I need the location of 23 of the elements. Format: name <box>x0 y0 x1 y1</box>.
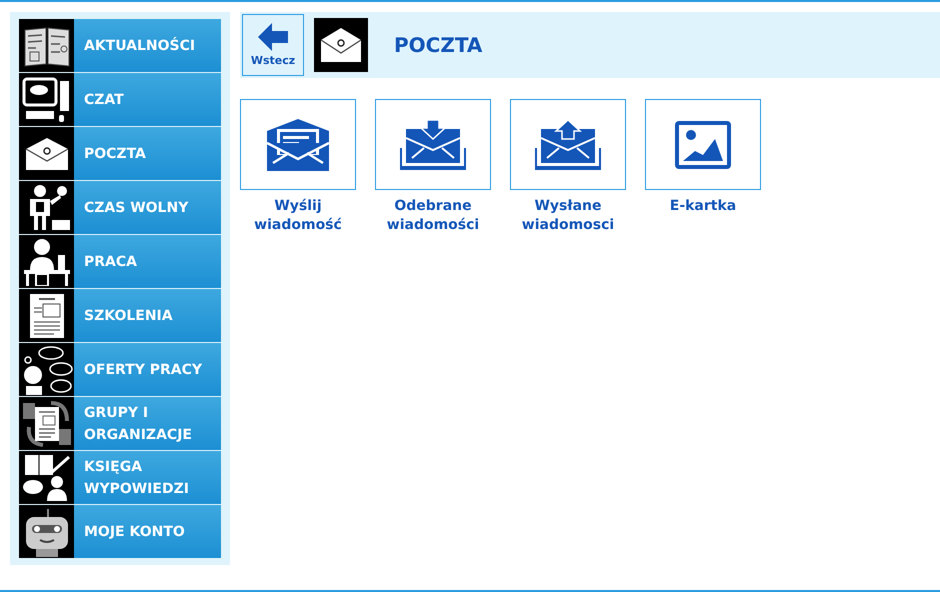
inbox-icon <box>400 120 466 170</box>
document-icon <box>28 292 64 338</box>
desk-icon <box>22 238 72 286</box>
sidebar-item[interactable]: OFERTY PRACY <box>19 343 221 396</box>
left-arrow-icon <box>258 23 288 51</box>
sidebar-item[interactable]: AKTUALNOŚCI <box>19 19 221 72</box>
open-envelope-icon <box>267 118 329 170</box>
sidebar-item[interactable]: SZKOLENIA <box>19 289 221 342</box>
sidebar-item[interactable]: CZAT <box>19 73 221 126</box>
envelope-icon <box>319 27 363 63</box>
image-icon <box>675 120 731 168</box>
sidebar-item[interactable]: POCZTA <box>19 127 221 180</box>
envelope-icon <box>24 136 70 170</box>
sidebar-item[interactable]: MOJE KONTO <box>19 505 221 558</box>
documents-icon <box>20 398 72 448</box>
page-title: POCZTA <box>394 33 482 57</box>
computer-icon <box>22 76 72 122</box>
sidebar-item[interactable]: PRACA <box>19 235 221 288</box>
sidebar-item[interactable]: KSIĘGA WYPOWIEDZI <box>19 451 221 504</box>
sidebar-item[interactable]: CZAS WOLNY <box>19 181 221 234</box>
outbox-icon <box>535 120 601 170</box>
back-button[interactable]: Wstecz <box>242 14 304 76</box>
sidebar-item[interactable]: GRUPY I ORGANIZACJE <box>19 397 221 450</box>
